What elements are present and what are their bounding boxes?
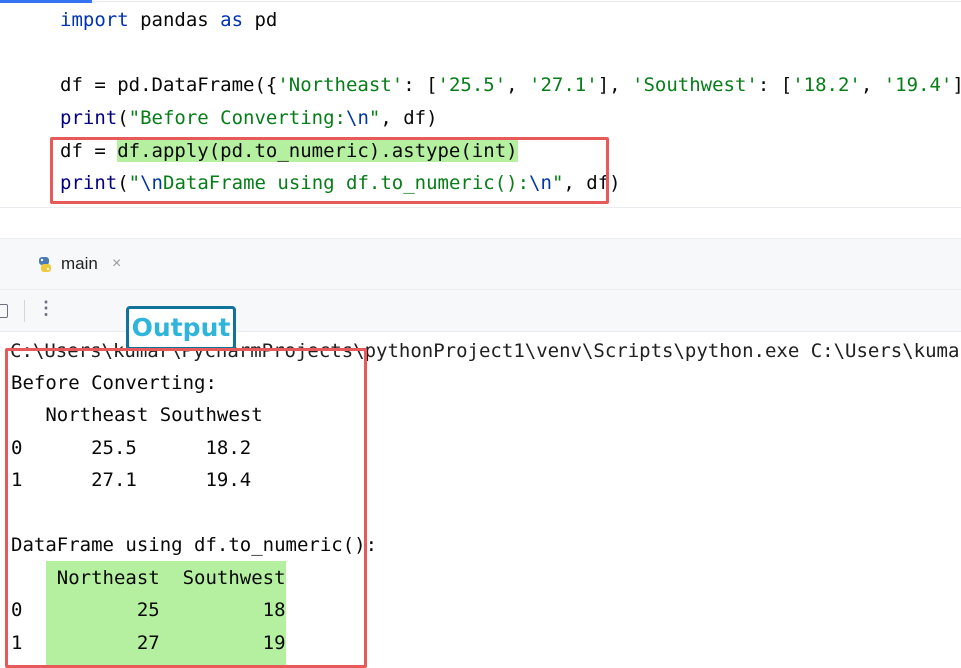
code-text: : [: [757, 74, 793, 96]
close-icon[interactable]: ×: [112, 255, 121, 273]
string-literal: '27.1': [529, 74, 598, 96]
builtin-print: print: [60, 107, 118, 129]
code-line-3[interactable]: df = pd.DataFrame({'Northeast': ['25.5',…: [60, 71, 961, 99]
keyword-as: as: [220, 9, 244, 31]
escape-sequence: \n: [346, 107, 369, 129]
python-icon: [39, 257, 51, 272]
code-text: pandas: [128, 9, 221, 31]
output-highlight-box: [5, 348, 367, 668]
string-literal: '18.2': [792, 74, 861, 96]
code-text: ]}): [952, 74, 961, 96]
code-line-4[interactable]: print("Before Converting:\n", df): [60, 104, 438, 132]
string-literal: '25.5': [437, 74, 507, 96]
code-highlight-box: [50, 137, 609, 204]
string-literal: '19.4': [883, 74, 953, 96]
code-text: , df): [380, 107, 438, 129]
string-literal: ": [368, 107, 381, 129]
code-text: ],: [597, 74, 633, 96]
string-literal: "Before Converting:: [128, 107, 346, 129]
string-literal: 'Southwest': [632, 74, 758, 96]
editor-bottom-divider: [0, 207, 961, 208]
string-literal: 'Northeast': [277, 74, 404, 96]
tab-main[interactable]: main: [61, 254, 98, 274]
code-text: pd: [243, 9, 278, 31]
code-text: : [: [403, 74, 438, 96]
code-text: ,: [860, 74, 884, 96]
editor-active-tab-indicator: [0, 0, 92, 3]
editor-top-divider: [92, 1, 961, 2]
code-text: (: [117, 107, 129, 129]
code-text: ,: [506, 74, 530, 96]
code-editor[interactable]: import pandas as pd df = pd.DataFrame({'…: [0, 0, 961, 207]
keyword-import: import: [60, 9, 129, 31]
stop-icon[interactable]: [0, 304, 8, 318]
code-text: df = pd.DataFrame({: [60, 74, 278, 96]
code-line-1[interactable]: import pandas as pd: [60, 6, 277, 34]
toolbar-separator: [24, 300, 25, 322]
output-badge: Output: [126, 306, 236, 350]
more-options-icon[interactable]: ⋮: [37, 298, 55, 319]
run-tab-bar: main ×: [0, 238, 961, 290]
